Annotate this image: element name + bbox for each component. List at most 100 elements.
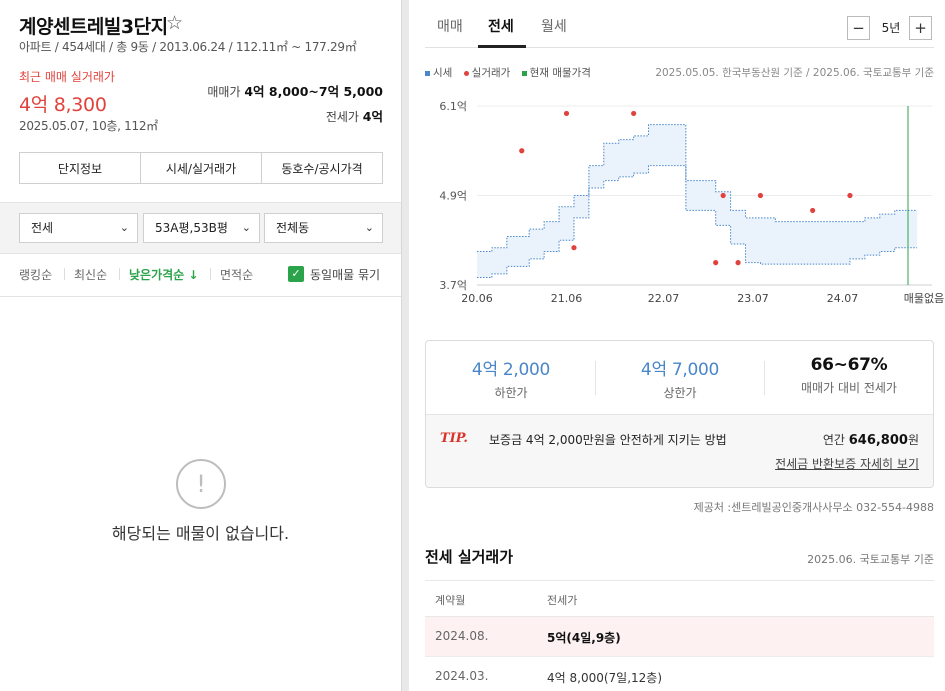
period-plus-button[interactable]: +	[909, 16, 932, 40]
jeonse-price: 전세가 4억	[326, 106, 383, 125]
upper-price-value: 4억 7,000	[640, 360, 720, 380]
x-axis-labels: 20.06 21.06 22.07 23.07 24.07	[461, 292, 858, 305]
actual-trade-dot	[847, 192, 853, 199]
row-month: 2024.08.	[435, 629, 489, 643]
price-chart[interactable]: 6.1억 4.9억 3.7억 20.06 21.06 22.07 23.07 24.07 매…	[409, 90, 945, 312]
tip-badge: TIP.	[440, 431, 468, 446]
tab-unit-official-price[interactable]: 동호수/공시가격	[262, 153, 382, 183]
provider-info: 제공처 :센트레빌공인중개사사무소 032-554-4988	[693, 501, 934, 514]
sort-divider	[210, 268, 211, 280]
transactions-header: 계약월 전세가	[425, 580, 934, 617]
jeonse-price-value: 4억	[362, 109, 383, 124]
jeonse-price-label: 전세가	[325, 110, 359, 124]
tab-jeonse[interactable]: 전세	[488, 16, 514, 36]
tab-sale[interactable]: 매매	[437, 16, 463, 36]
dong-select[interactable]: 전체동 ⌄	[264, 213, 383, 243]
ratio-stat: 66~67% 매매가 대비 전세가	[765, 355, 933, 396]
actual-trade-dot	[571, 245, 577, 251]
actual-trade-dot	[757, 192, 764, 199]
header-price: 전세가	[547, 594, 578, 607]
y-tick-label: 3.7억	[439, 279, 467, 292]
price-summary-stats: 4억 2,000 하한가 4억 7,000 상한가 66~67% 매매가 대비 …	[426, 341, 933, 414]
ratio-value: 66~67%	[810, 355, 888, 375]
table-row[interactable]: 2024.08. 5억(4일,9층)	[425, 617, 934, 657]
dot-icon	[463, 70, 469, 76]
legend-actual-trade: 실거래가	[463, 67, 510, 79]
table-row[interactable]: 2024.03. 4억 8,000(7일,12층)	[425, 657, 934, 691]
ratio-label: 매매가 대비 전세가	[801, 381, 897, 395]
tip-text: 보증금 4억 2,000만원을 안전하게 지키는 방법	[489, 433, 727, 447]
guarantee-link[interactable]: 전세금 반환보증 자세히 보기	[775, 455, 919, 472]
panel-divider[interactable]	[401, 0, 409, 691]
empty-message: 해당되는 매물이 없습니다.	[111, 524, 290, 543]
x-axis-end-label: 매물없음	[904, 292, 944, 305]
annual-fee: 연간 646,800원	[822, 433, 919, 448]
legend-market: 시세	[425, 67, 452, 79]
sort-low-price[interactable]: 낮은가격순 ↓	[129, 266, 198, 283]
sale-price-value: 4억 8,000~7억 5,000	[244, 84, 383, 99]
x-tick-label: 21.06	[551, 292, 583, 305]
favorite-star-icon[interactable]: ☆	[166, 12, 183, 34]
tab-monthly-rent[interactable]: 월세	[541, 16, 567, 36]
sale-price-label: 매매가	[207, 85, 241, 99]
complex-info-tabs: 단지정보 시세/실거래가 동호수/공시가격	[19, 152, 383, 184]
row-month: 2024.03.	[435, 669, 489, 683]
complex-info: 아파트 / 454세대 / 총 9동 / 2013.06.24 / 112.11…	[19, 40, 357, 54]
trade-type-value: 전세	[31, 221, 54, 235]
sale-price-range: 매매가 4억 8,000~7억 5,000	[207, 81, 383, 100]
sort-bar: 랭킹순 최신순 낮은가격순 ↓ 면적순 ✓ 동일매물 묶기	[0, 254, 401, 297]
trade-type-select[interactable]: 전세 ⌄	[19, 213, 138, 243]
filter-bar: 전세 ⌄ 53A평,53B평 ⌄ 전체동 ⌄	[0, 202, 401, 254]
period-minus-button[interactable]: −	[847, 16, 870, 40]
chevron-down-icon: ⌄	[241, 221, 251, 234]
actual-trade-dot	[735, 260, 741, 266]
y-axis-labels: 6.1억 4.9억 3.7억	[439, 100, 467, 292]
area-value: 53A평,53B평	[155, 221, 228, 235]
complex-name: 계양센트레빌3단지	[19, 16, 168, 38]
chart-source: 2025.05.05. 한국부동산원 기준 / 2025.06. 국토교통부 기…	[655, 67, 934, 79]
legend-current-listing: 현재 매물가격	[521, 67, 591, 79]
actual-trade-dot	[713, 260, 719, 266]
sort-ranking[interactable]: 랭킹순	[19, 266, 52, 283]
tip-area: TIP. 보증금 4억 2,000만원을 안전하게 지키는 방법 연간 646,…	[426, 414, 933, 487]
x-tick-label: 22.07	[648, 292, 680, 305]
price-panel: 매매 전세 월세 − 5년 + 시세 실거래가 현재 매물가격 2025.05.…	[409, 0, 945, 691]
chart-legend: 시세 실거래가 현재 매물가격	[425, 65, 591, 80]
arrow-down-icon: ↓	[188, 268, 199, 282]
checkbox-checked-icon[interactable]: ✓	[288, 266, 304, 282]
header-month: 계약월	[435, 594, 466, 607]
upper-price-label: 상한가	[663, 386, 697, 400]
sort-area[interactable]: 면적순	[220, 266, 253, 283]
area-select[interactable]: 53A평,53B평 ⌄	[143, 213, 260, 243]
x-tick-label: 24.07	[827, 292, 859, 305]
x-tick-label: 23.07	[737, 292, 769, 305]
actual-trade-dot	[519, 148, 525, 154]
x-tick-label: 20.06	[461, 292, 493, 305]
group-same-listing-label[interactable]: 동일매물 묶기	[310, 266, 380, 283]
square-icon	[521, 70, 527, 76]
tab-complex-info[interactable]: 단지정보	[20, 153, 141, 183]
exclamation-icon: !	[176, 459, 226, 509]
actual-trade-dot	[720, 192, 726, 199]
y-tick-label: 4.9억	[439, 190, 467, 203]
recent-trade-label: 최근 매매 실거래가	[19, 70, 115, 84]
sort-low-price-label: 낮은가격순	[129, 268, 185, 282]
chevron-down-icon: ⌄	[364, 221, 374, 234]
row-price: 4억 8,000(7일,12층)	[547, 671, 663, 685]
sort-latest[interactable]: 최신순	[74, 266, 107, 283]
annual-fee-value: 646,800	[848, 433, 908, 448]
tab-market-price[interactable]: 시세/실거래가	[141, 153, 262, 183]
lower-price-value: 4억 2,000	[471, 360, 551, 380]
actual-trade-dot	[810, 207, 816, 214]
recent-trade-detail: 2025.05.07, 10층, 112㎡	[19, 119, 158, 133]
market-band-fill	[477, 124, 918, 278]
dong-value: 전체동	[276, 221, 310, 235]
recent-trade-price: 4억 8,300	[19, 94, 107, 116]
sort-divider	[64, 268, 65, 280]
transactions-title: 전세 실거래가	[425, 548, 514, 566]
actual-trade-dot	[563, 110, 570, 117]
lower-price-stat: 4억 2,000 하한가	[427, 355, 595, 401]
sort-divider	[119, 268, 120, 280]
listing-panel: 계양센트레빌3단지 ☆ 아파트 / 454세대 / 총 9동 / 2013.06…	[0, 0, 401, 691]
lower-price-label: 하한가	[494, 386, 528, 400]
